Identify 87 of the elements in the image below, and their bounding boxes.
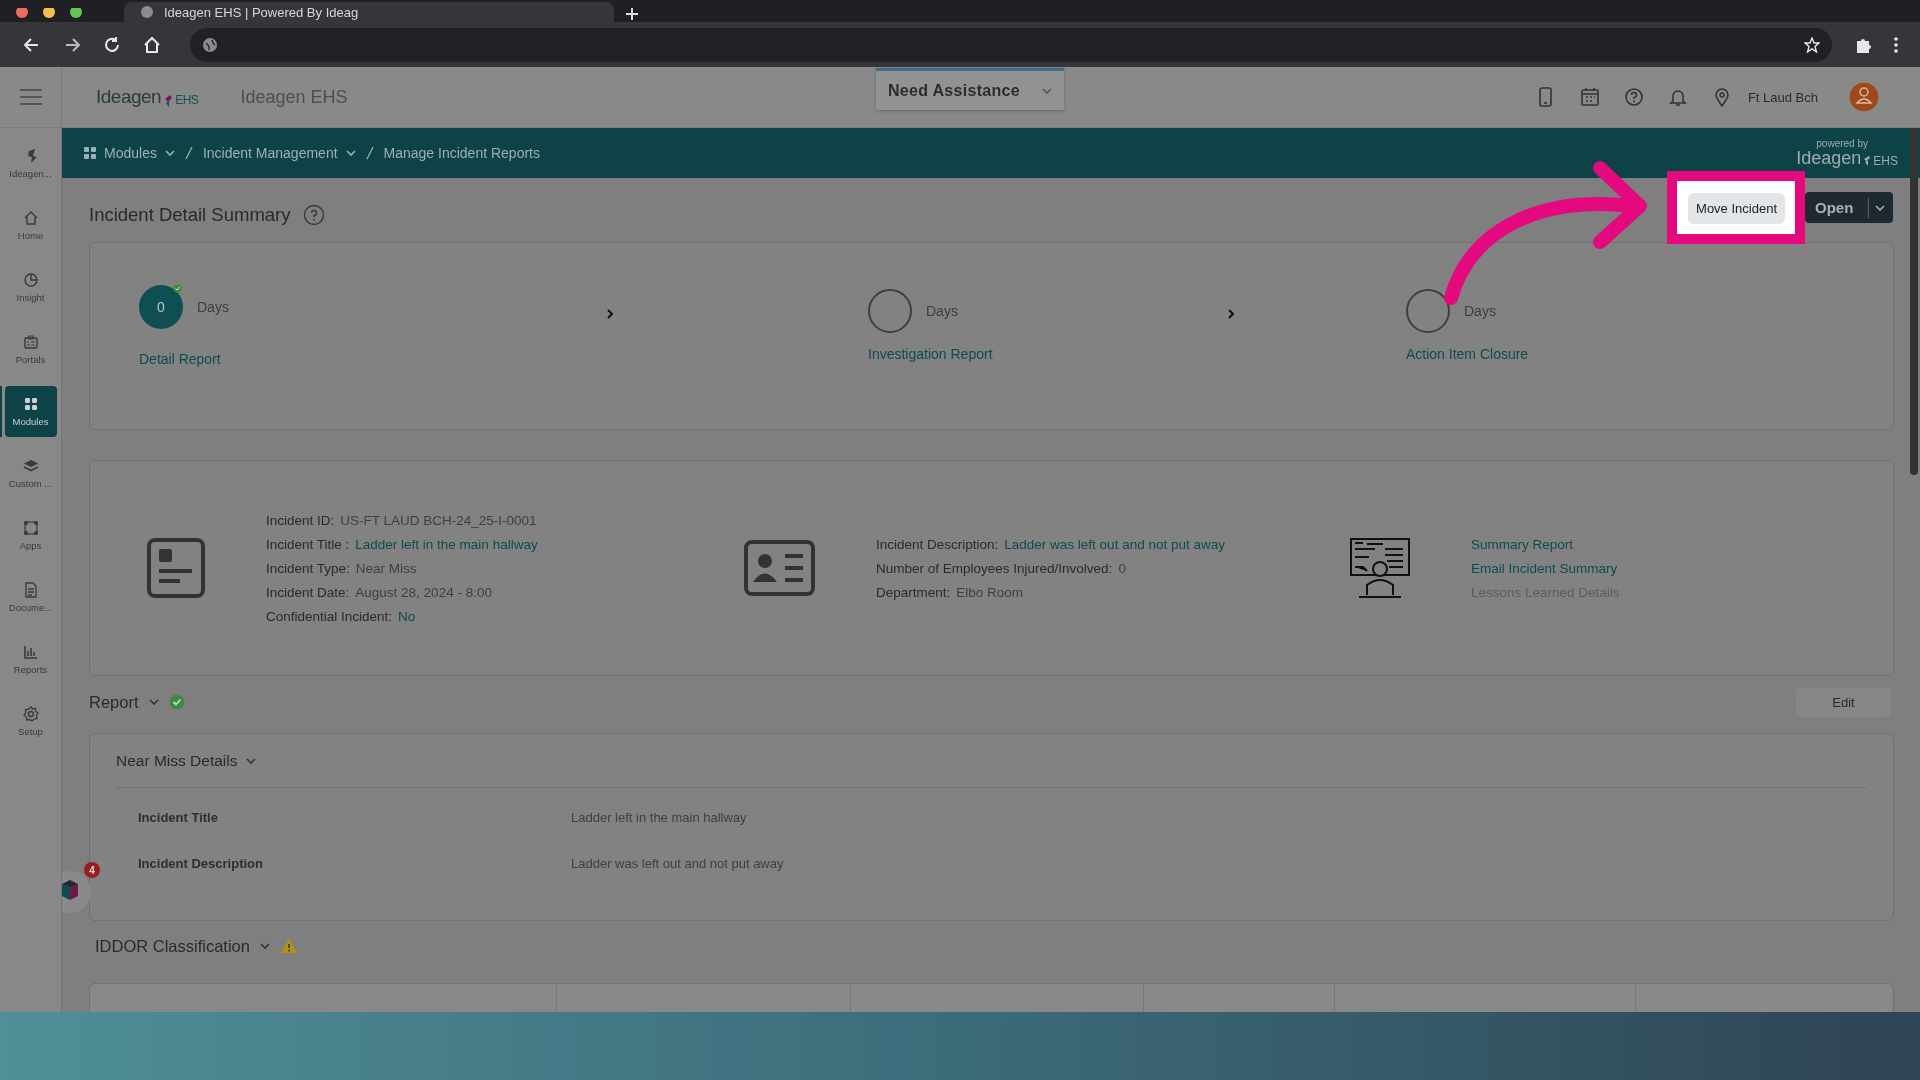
nodes-icon [22,520,39,536]
home-icon [22,210,39,226]
grid-icon [84,147,96,159]
kebab-menu-icon[interactable] [1894,36,1898,53]
assistance-dropdown[interactable]: Need Assistance [876,68,1064,110]
notification-badge: 4 [84,862,100,878]
document-card-icon [146,537,206,599]
sidebar-item[interactable]: Custom ... [4,448,57,499]
layers-icon [22,458,39,474]
forward-icon[interactable] [63,35,81,54]
move-incident-button[interactable]: Move Incident [1688,193,1785,224]
caret-icon [259,943,270,949]
sidebar-item[interactable]: Reports [4,634,57,685]
days-label: Days [1464,303,1496,319]
calendar-icon[interactable] [1579,87,1600,107]
help-icon[interactable] [302,203,325,226]
browser-tab[interactable]: Ideagen EHS | Powered By Ideag [124,2,614,22]
settings-icon [22,706,39,722]
detail-field: Confidential Incident: No [266,608,743,624]
field-value: Ladder was left out and not put away [571,855,784,871]
sidebar-item[interactable]: Portals [4,324,57,375]
detail-field: Incident Title : Ladder left in the main hallway [266,536,743,552]
sidebar-item[interactable]: Apps [4,510,57,561]
breadcrumb-link[interactable]: Incident Management [202,145,356,161]
globe-icon [202,36,218,53]
badge-icon [22,334,39,350]
step-link[interactable]: Detail Report [139,351,607,367]
section-title[interactable]: IDDOR Classification [95,936,250,956]
sidebar-item[interactable]: Insight [4,262,57,313]
detail-field: Number of Employees Injured/Involved: 0 [876,560,1349,576]
chevron-right-icon [607,309,613,319]
sidebar-item[interactable]: Docume... [4,572,57,623]
detail-field: Department: Elbo Room [876,584,1349,600]
home-icon[interactable] [143,35,161,54]
reload-icon[interactable] [103,35,121,54]
detail-field: Incident Description: Ladder was left out and not put away [876,536,1349,552]
bell-icon[interactable] [1667,87,1688,107]
days-label: Days [926,303,958,319]
page-title: Incident Detail Summary [89,203,291,226]
status-dropdown[interactable]: Open [1805,192,1893,223]
slash-icon [365,146,374,160]
presenter-icon [1349,537,1411,599]
id-card-icon [743,539,816,597]
logo-mark-icon [163,94,174,108]
sidebar-item[interactable]: Setup [4,696,57,747]
report-link[interactable]: Email Incident Summary [1471,560,1620,576]
pie-chart-icon [22,272,39,288]
slash-icon [184,146,193,160]
step-link[interactable]: Action Item Closure [1406,346,1706,362]
days-label: Days [197,299,229,315]
caret-icon [246,758,257,764]
sidebar-item[interactable]: Home [4,200,57,251]
chevron-right-icon [1228,309,1234,319]
subsection-title[interactable]: Near Miss Details [116,752,238,770]
logo-mark-icon [1863,155,1872,167]
powered-by-logo: Ideagen EHS [1796,149,1898,167]
plus-icon[interactable] [624,6,640,22]
back-icon[interactable] [23,35,41,54]
sidebar-item[interactable]: Ideagen... [4,138,57,189]
breadcrumb-link[interactable]: Manage Incident Reports [383,145,540,161]
star-icon[interactable] [1804,36,1820,53]
report-link[interactable]: Summary Report [1471,536,1620,552]
app-title: Ideagen EHS [240,86,348,108]
avatar-icon[interactable] [1848,81,1880,113]
check-badge-icon [173,284,182,293]
globe-icon [140,5,154,19]
step-counter: 0 [139,285,183,329]
caret-icon [1042,87,1052,94]
caret-icon [148,699,159,705]
powered-by-caption: powered by [1816,139,1868,149]
caret-icon [1875,204,1885,211]
edit-button[interactable]: Edit [1796,687,1891,717]
step-link[interactable]: Investigation Report [868,346,1228,362]
bar-chart-icon [22,644,39,660]
location-name: Ft Laud Bch [1747,89,1818,105]
document-icon [22,582,39,598]
section-title[interactable]: Report [89,692,139,712]
breadcrumb-link[interactable]: Modules [84,145,175,161]
field-value: Ladder left in the main hallway [571,809,747,825]
grid-icon [22,396,39,412]
detail-field: Incident Type: Near Miss [266,560,743,576]
logo[interactable]: Ideagen EHS [96,86,199,108]
detail-field: Incident ID: US-FT LAUD BCH-24_25-I-0001 [266,512,743,528]
field-label: Incident Title [138,809,219,825]
detail-field: Incident Date: August 28, 2024 - 8:00 [266,584,743,600]
field-label: Incident Description [138,855,264,871]
help-icon[interactable] [1623,87,1644,107]
